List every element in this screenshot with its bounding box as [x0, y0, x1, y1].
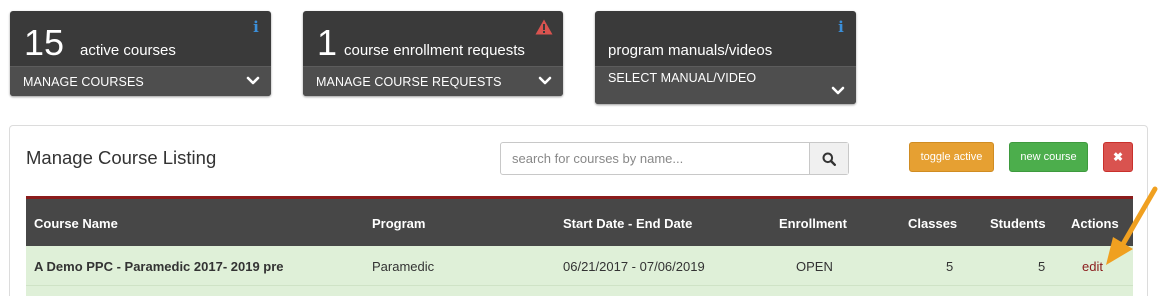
enrollment-requests-tile: 1 course enrollment requests MANAGE COUR…: [303, 11, 563, 96]
program-manuals-tile: program manuals/videos i SELECT MANUAL/V…: [595, 11, 856, 104]
info-icon[interactable]: i: [250, 19, 262, 35]
manage-courses-dropdown[interactable]: MANAGE COURSES: [10, 66, 271, 96]
tile-summary: 15 active courses i: [10, 11, 271, 66]
header-dates[interactable]: Start Date - End Date: [563, 216, 692, 231]
header-course-name[interactable]: Course Name: [34, 216, 118, 231]
table-header: Course Name Program Start Date - End Dat…: [26, 196, 1133, 246]
chevron-down-icon: [246, 76, 260, 85]
chevron-down-icon: [538, 76, 552, 85]
header-program[interactable]: Program: [372, 216, 425, 231]
manage-course-requests-dropdown[interactable]: MANAGE COURSE REQUESTS: [303, 66, 563, 96]
enrollment-requests-label: course enrollment requests: [344, 42, 525, 59]
classes-cell: 5: [946, 259, 954, 274]
course-search: [500, 142, 849, 175]
active-courses-tile: 15 active courses i MANAGE COURSES: [10, 11, 271, 96]
info-icon[interactable]: i: [835, 19, 847, 35]
manage-course-requests-label: MANAGE COURSE REQUESTS: [316, 75, 502, 89]
manage-courses-label: MANAGE COURSES: [23, 75, 144, 89]
enrollment-requests-count: 1: [317, 22, 338, 63]
enrollment-cell: OPEN: [796, 259, 833, 274]
header-classes[interactable]: Classes: [908, 216, 957, 231]
dates-cell: 06/21/2017 - 07/06/2019: [563, 259, 705, 274]
active-courses-count: 15: [24, 22, 65, 63]
toggle-active-button[interactable]: toggle active: [909, 142, 994, 172]
annotation-arrow-icon: [1106, 186, 1158, 265]
search-icon: [822, 152, 836, 166]
new-course-button[interactable]: new course: [1009, 142, 1088, 172]
warning-icon[interactable]: [535, 19, 553, 35]
select-manual-dropdown[interactable]: SELECT MANUAL/VIDEO: [595, 66, 856, 104]
close-icon[interactable]: ✖: [1103, 142, 1133, 172]
program-cell: Paramedic: [372, 259, 435, 274]
header-students[interactable]: Students: [990, 216, 1046, 231]
table-row[interactable]: [26, 286, 1133, 296]
page-title: Manage Course Listing: [26, 147, 217, 168]
header-enrollment[interactable]: Enrollment: [779, 216, 847, 231]
course-table: Course Name Program Start Date - End Dat…: [26, 196, 1133, 296]
course-name-cell: A Demo PPC - Paramedic 2017- 2019 pre: [34, 259, 284, 274]
chevron-down-icon: [831, 86, 845, 95]
search-input[interactable]: [501, 143, 809, 174]
tile-summary: program manuals/videos i: [595, 11, 856, 66]
search-button[interactable]: [809, 143, 848, 174]
tile-summary: 1 course enrollment requests: [303, 11, 563, 66]
program-manuals-label: program manuals/videos: [608, 42, 773, 59]
table-row[interactable]: A Demo PPC - Paramedic 2017- 2019 pre Pa…: [26, 246, 1133, 286]
select-manual-label: SELECT MANUAL/VIDEO: [608, 71, 757, 85]
students-cell: 5: [1038, 259, 1046, 274]
course-listing-panel: Manage Course Listing toggle active new …: [9, 125, 1148, 296]
active-courses-label: active courses: [80, 42, 176, 59]
